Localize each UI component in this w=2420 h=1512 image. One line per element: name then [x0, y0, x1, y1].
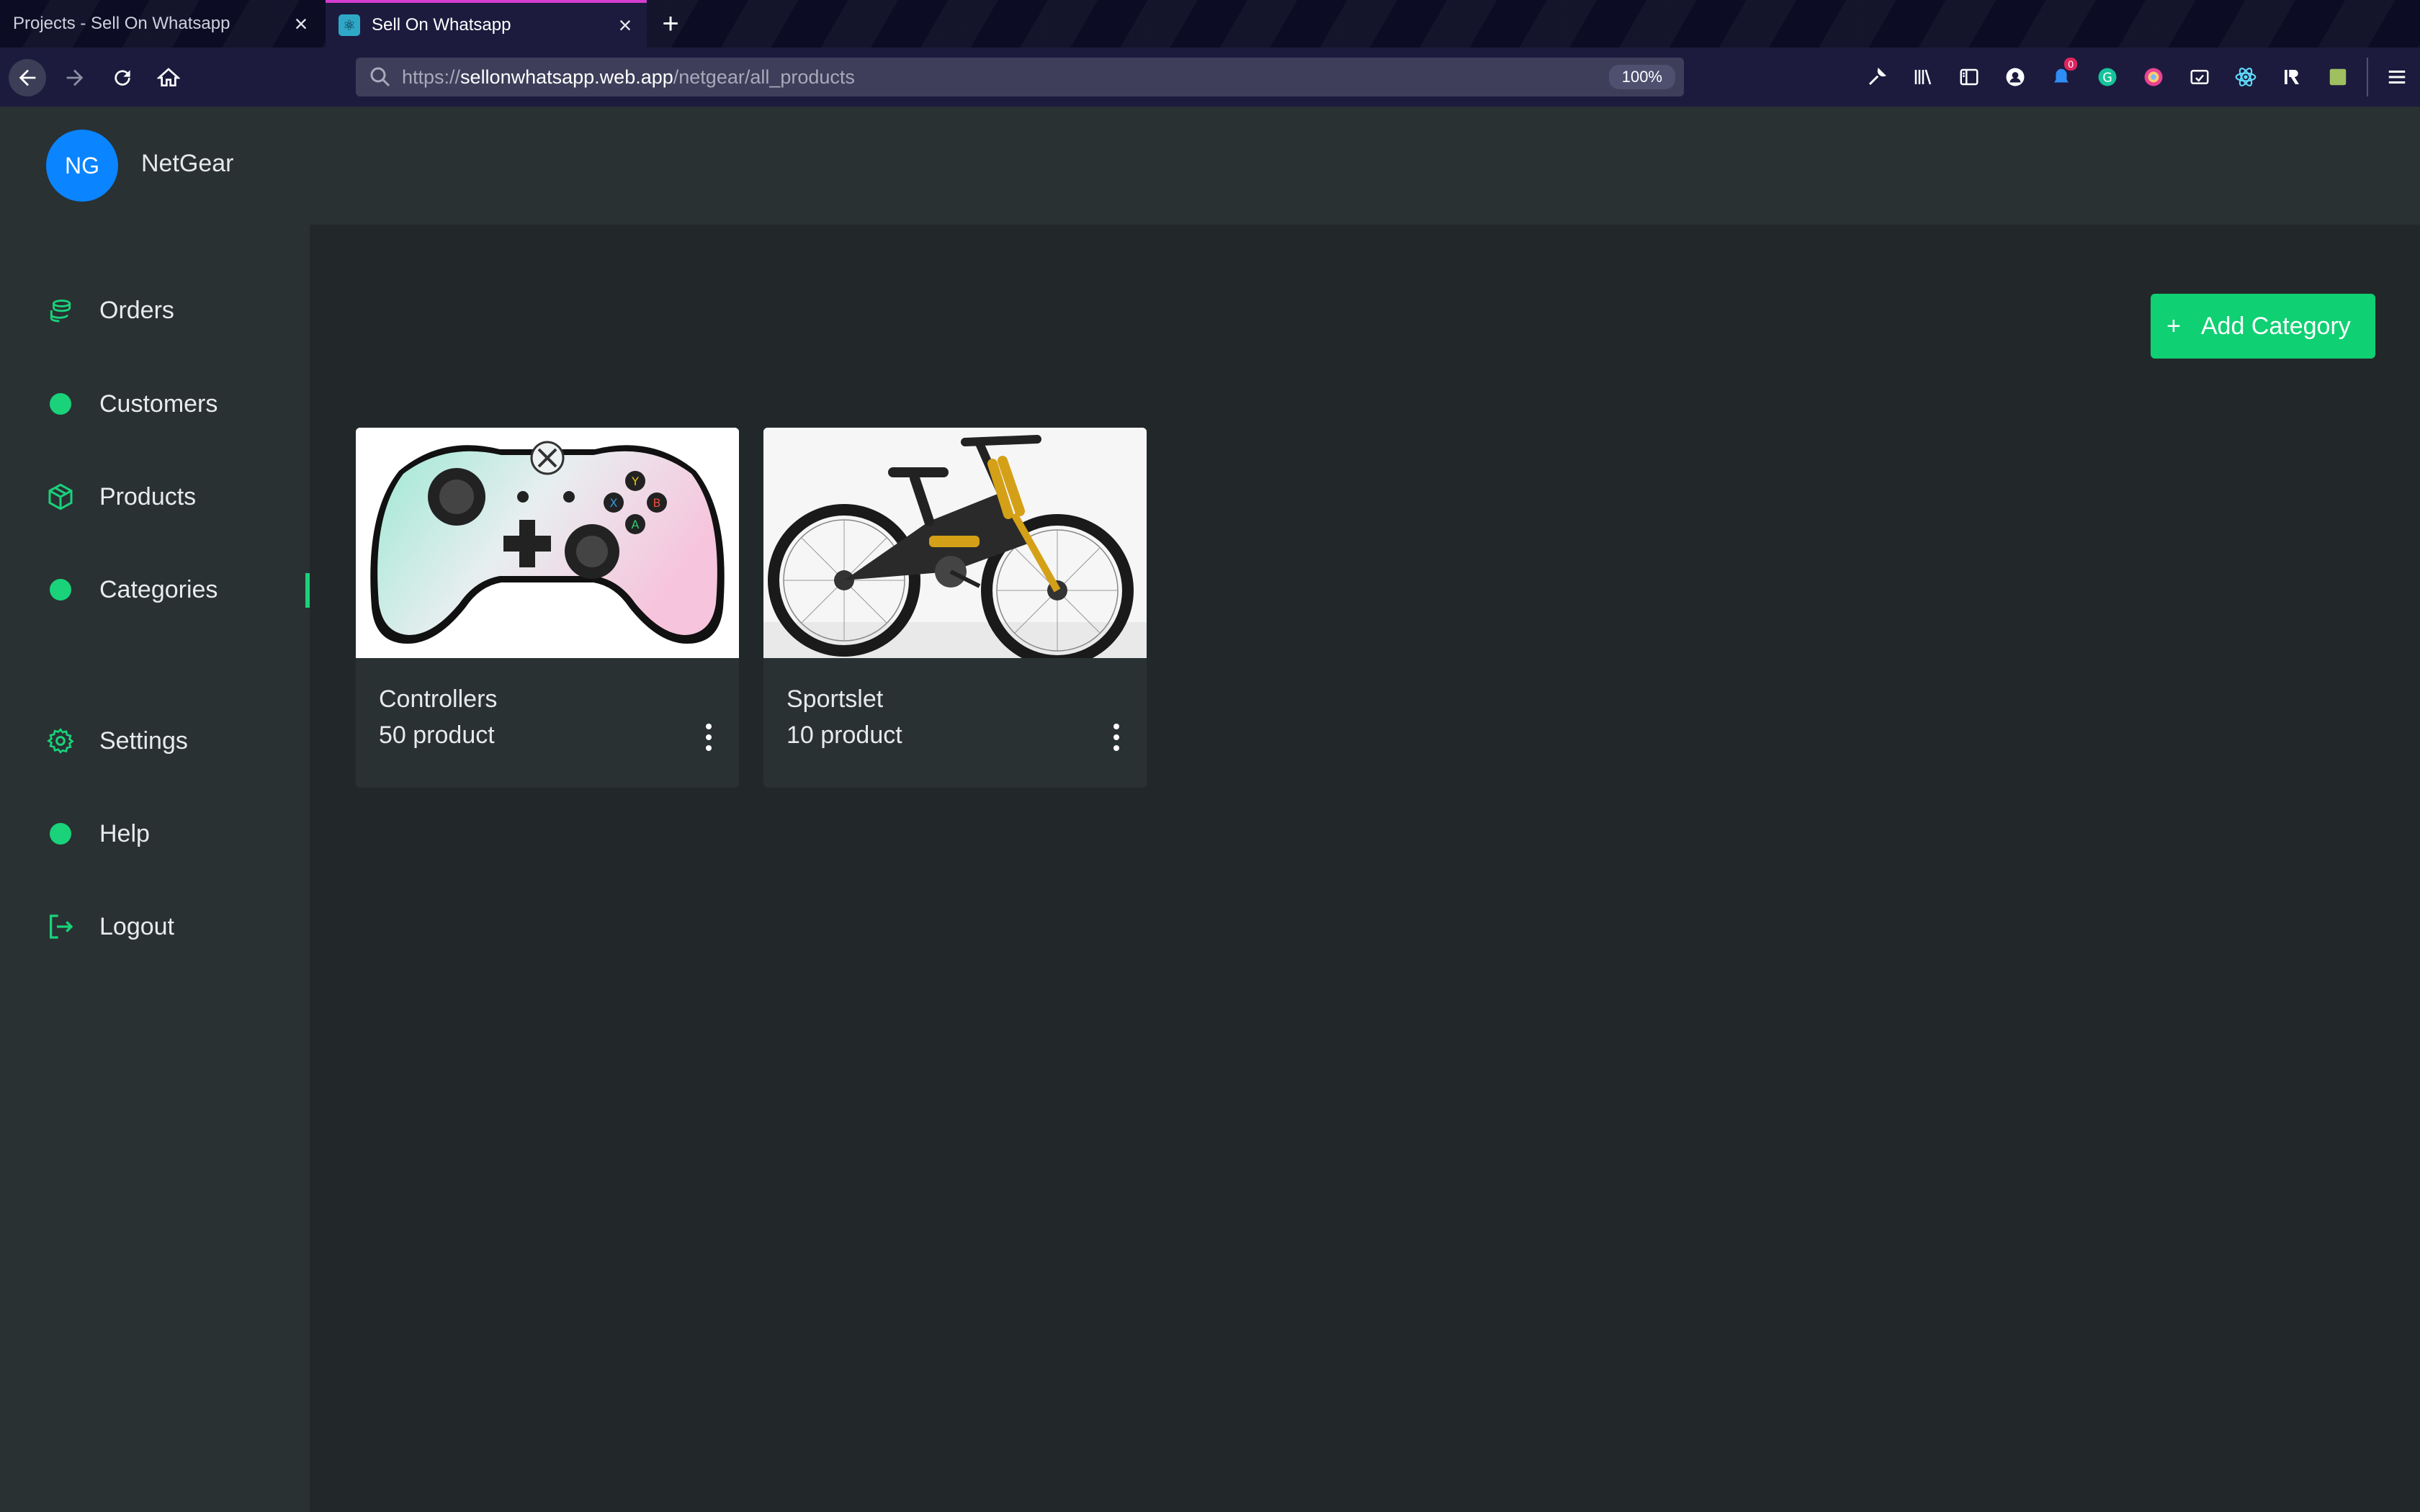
business-name: NetGear — [141, 150, 234, 177]
app-header: NG NetGear — [0, 107, 2420, 225]
sidebar-item-customers[interactable]: Customers — [0, 372, 310, 436]
sidebar-toggle-icon[interactable] — [1946, 48, 1992, 107]
main-content: + Add Category Y B X A Controllers 50 pr… — [310, 225, 2420, 1512]
logout-icon — [46, 912, 75, 941]
arrow-right-icon — [66, 69, 84, 86]
account-icon[interactable] — [1992, 48, 2038, 107]
tab-title: Sell On Whatsapp — [372, 15, 511, 35]
back-button[interactable] — [9, 59, 46, 96]
dot-icon — [46, 390, 75, 418]
svg-text:B: B — [653, 496, 661, 510]
menu-icon[interactable] — [2374, 48, 2420, 107]
arrow-left-icon — [19, 69, 36, 86]
address-bar[interactable]: https://sellonwhatsapp.web.app/netgear/a… — [356, 58, 1684, 96]
zoom-level[interactable]: 100% — [1608, 65, 1675, 89]
sidebar-item-orders[interactable]: Orders — [0, 278, 310, 343]
library-icon[interactable] — [1900, 48, 1946, 107]
redux-icon[interactable] — [2269, 48, 2315, 107]
sidebar-item-label: Categories — [99, 575, 218, 603]
search-icon — [370, 67, 390, 87]
svg-text:Y: Y — [631, 474, 639, 488]
react-favicon-icon: ⚛ — [339, 14, 360, 36]
game-controller-image: Y B X A — [356, 428, 739, 658]
color-picker-icon[interactable] — [2130, 48, 2177, 107]
category-name: Controllers — [379, 685, 498, 713]
svg-text:G: G — [2102, 71, 2112, 85]
avatar[interactable]: NG — [46, 130, 118, 202]
sidebar-item-label: Settings — [99, 726, 188, 755]
mountain-bike-image — [763, 428, 1147, 658]
extension-square-icon[interactable] — [2315, 48, 2361, 107]
svg-text:A: A — [632, 518, 640, 531]
home-button[interactable] — [150, 59, 187, 96]
wrench-icon[interactable] — [1854, 48, 1900, 107]
sidebar-item-settings[interactable]: Settings — [0, 708, 310, 773]
add-category-button[interactable]: + Add Category — [2151, 294, 2375, 359]
category-card[interactable]: Y B X A Controllers 50 product — [356, 428, 739, 788]
url-prefix: https:// — [402, 66, 461, 88]
tab-sell-on-whatsapp[interactable]: ⚛ Sell On Whatsapp × — [326, 0, 647, 48]
browser-navbar: https://sellonwhatsapp.web.app/netgear/a… — [0, 48, 2420, 107]
sidebar-item-label: Products — [99, 482, 197, 510]
category-name: Sportslet — [786, 685, 884, 713]
sidebar-item-help[interactable]: Help — [0, 801, 310, 866]
kebab-menu-icon[interactable] — [1103, 716, 1129, 759]
toolbar-separator — [2367, 58, 2368, 96]
sidebar-item-label: Logout — [99, 912, 174, 940]
sidebar-item-logout[interactable]: Logout — [0, 894, 310, 959]
url-host: sellonwhatsapp.web.app — [460, 66, 673, 88]
notification-extension-icon[interactable]: 0 — [2038, 48, 2084, 107]
tab-projects[interactable]: Projects - Sell On Whatsapp × — [0, 0, 323, 48]
reload-button[interactable] — [104, 59, 141, 96]
svg-text:X: X — [610, 496, 618, 510]
coins-icon — [46, 296, 75, 325]
gear-icon — [46, 726, 75, 755]
url-text: https://sellonwhatsapp.web.app/netgear/a… — [402, 66, 1609, 89]
plus-icon: + — [2166, 312, 2181, 340]
close-icon[interactable]: × — [611, 11, 640, 40]
react-devtools-icon[interactable] — [2223, 48, 2269, 107]
browser-toolbar: 0 G — [1854, 48, 2420, 107]
sidebar-item-label: Customers — [99, 390, 218, 418]
reload-icon — [115, 70, 130, 86]
dot-icon — [46, 575, 75, 604]
browser-tabstrip: Projects - Sell On Whatsapp × ⚛ Sell On … — [0, 0, 2420, 48]
home-icon — [157, 68, 180, 86]
new-tab-button[interactable]: + — [653, 6, 689, 42]
sidebar-item-categories[interactable]: Categories — [0, 557, 310, 622]
tab-title: Projects - Sell On Whatsapp — [13, 14, 230, 33]
close-icon[interactable]: × — [287, 9, 315, 38]
category-card[interactable]: Sportslet 10 product — [763, 428, 1147, 788]
sidebar-item-products[interactable]: Products — [0, 464, 310, 529]
kebab-menu-icon[interactable] — [696, 716, 722, 759]
dot-icon — [46, 819, 75, 848]
sidebar: Orders Customers Products Categories Set… — [0, 225, 310, 1512]
sidebar-item-label: Help — [99, 819, 150, 847]
notification-badge: 0 — [2064, 58, 2077, 71]
grammarly-icon[interactable]: G — [2084, 48, 2130, 107]
category-product-count: 10 product — [786, 721, 902, 749]
forward-button[interactable] — [56, 59, 94, 96]
url-path: /netgear/all_products — [673, 66, 855, 88]
screenshot-icon[interactable] — [2177, 48, 2223, 107]
add-category-label: Add Category — [2200, 312, 2351, 340]
category-product-count: 50 product — [379, 721, 495, 749]
box-icon — [46, 482, 75, 511]
sidebar-item-label: Orders — [99, 296, 174, 324]
